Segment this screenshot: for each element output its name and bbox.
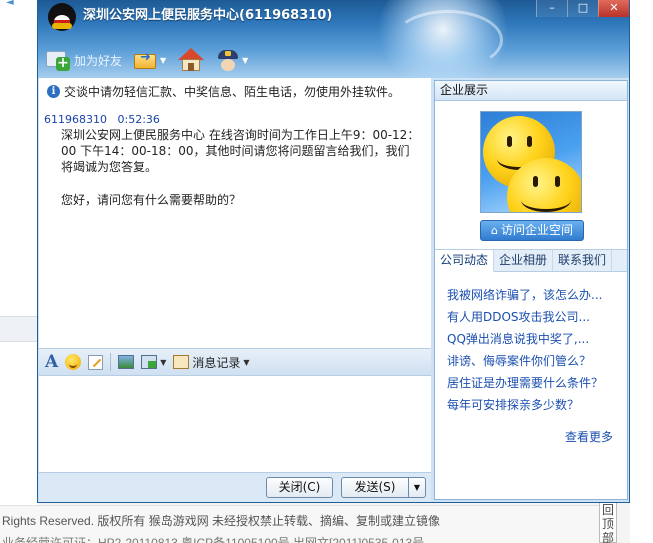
home-icon: ⌂ [491,224,498,237]
tab-company-album[interactable]: 企业相册 [494,250,554,271]
close-button[interactable]: 关闭(C) [266,477,333,498]
qq-penguin-icon [48,3,76,31]
visit-enterprise-space-label: 访问企业空间 [500,223,573,237]
police-service-button[interactable]: ▼ [216,48,248,72]
info-icon: i [47,85,60,98]
enterprise-logo[interactable] [480,111,582,213]
news-link[interactable]: QQ弹出消息说我中奖了,... [447,328,625,350]
panel-tabs: 公司动态 企业相册 联系我们 [435,249,627,272]
message-question: 您好，请问您有什么需要帮助的？ [61,193,242,207]
send-button[interactable]: 发送(S) [341,477,409,498]
image-icon [118,355,135,369]
send-options-button[interactable]: ▼ [408,477,426,498]
chat-window: 深圳公安网上便民服务中心(611968310) – □ ✕ + 加为好友 ➜ ▼… [37,0,630,503]
window-title: 深圳公安网上便民服务中心(611968310) [83,8,333,23]
minimize-button[interactable]: – [536,0,567,17]
view-more-link[interactable]: 查看更多 [565,428,613,445]
title-bar[interactable]: 深圳公安网上便民服务中心(611968310) – □ ✕ + 加为好友 ➜ ▼… [38,0,629,90]
news-link[interactable]: 每年可安排探亲多少数？ [447,394,625,416]
message-history-button[interactable]: 消息记录 ▼ [173,354,250,371]
home-icon [178,48,205,72]
chevron-down-icon: ▼ [242,55,249,65]
message-input[interactable] [39,376,431,472]
maximize-button[interactable]: □ [567,0,598,17]
news-link[interactable]: 居住证是办理需要什么条件？ [447,372,625,394]
screenshot-button[interactable]: ▼ [141,355,166,369]
background-page-right [630,0,653,543]
action-bar: 关闭(C) 发送(S) ▼ [39,472,431,502]
message-header: 611968310 0:52:36 [44,113,160,126]
chevron-down-icon: ▼ [243,357,250,367]
security-notice-text: 交谈中请勿轻信汇款、中奖信息、陌生电话，勿使用外挂软件。 [64,85,401,99]
back-arrow-icon[interactable]: ◄ [6,0,24,8]
security-notice: i 交谈中请勿轻信汇款、中奖信息、陌生电话，勿使用外挂软件。 [47,83,400,100]
main-toolbar: + 加为好友 ➜ ▼ ▼ [46,44,260,76]
background-page-left: ◄ [0,0,38,543]
news-link[interactable]: 我被网络诈骗了，该怎么办... [447,284,625,306]
background-strip [0,316,38,342]
add-friend-label: 加为好友 [74,53,123,68]
screenshot-icon [141,355,158,369]
chevron-down-icon: ▼ [160,55,167,65]
police-icon [216,48,240,72]
tab-contact-us[interactable]: 联系我们 [553,250,613,271]
news-link[interactable]: 有人用DDOS攻击我公司... [447,306,625,328]
message-history-label: 消息记录 [192,355,241,370]
send-image-button[interactable] [118,355,135,369]
history-icon [173,355,190,369]
toolbar-divider [110,353,112,371]
home-button[interactable] [178,48,205,72]
close-window-button[interactable]: ✕ [598,0,629,17]
visit-enterprise-space-button[interactable]: ⌂ 访问企业空间 [480,220,584,241]
message-history[interactable]: i 交谈中请勿轻信汇款、中奖信息、陌生电话，勿使用外挂软件。 611968310… [39,78,431,348]
message-body: 深圳公安网上便民服务中心 在线咨询时间为工作日上午9：00-12：00 下午14… [61,128,420,174]
chevron-down-icon: ▼ [160,357,167,367]
tab-company-news[interactable]: 公司动态 [435,250,495,272]
emoji-button[interactable] [65,354,82,370]
send-file-icon: ➜ [134,50,158,70]
send-file-button[interactable]: ➜ ▼ [134,50,166,70]
font-button[interactable]: A [45,352,58,372]
footer-copyright: Rights Reserved. 版权所有 猴岛游戏网 未经授权禁止转载、摘编、… [2,514,441,528]
enterprise-panel-header: 企业展示 [435,81,627,101]
news-link[interactable]: 诽谤、侮辱案件你们管么？ [447,350,625,372]
window-controls: – □ ✕ [536,0,629,17]
enterprise-panel: 企业展示 ⌂ 访问企业空间 公司动态 企业相册 联系我们 我被网络诈骗了，该怎么办… [434,80,628,500]
footer-license: 业务经营许可证：HP2-20110813 粤ICP备11005100号 出网文[… [2,536,425,543]
format-toolbar: A ▼ 消息记录 ▼ [39,348,431,376]
scribble-button[interactable] [88,354,104,370]
add-friend-icon: + [46,49,70,71]
decorative-ring [393,10,503,70]
add-friend-button[interactable]: + 加为好友 [46,49,122,71]
message-sender: 611968310 [44,113,107,126]
back-to-top-button[interactable]: 回 顶 部 [599,500,617,543]
smiley-icon [65,354,82,370]
message-time: 0:52:36 [117,113,160,126]
news-list: 我被网络诈骗了，该怎么办... 有人用DDOS攻击我公司... QQ弹出消息说我… [447,284,625,416]
pen-icon [88,354,104,370]
